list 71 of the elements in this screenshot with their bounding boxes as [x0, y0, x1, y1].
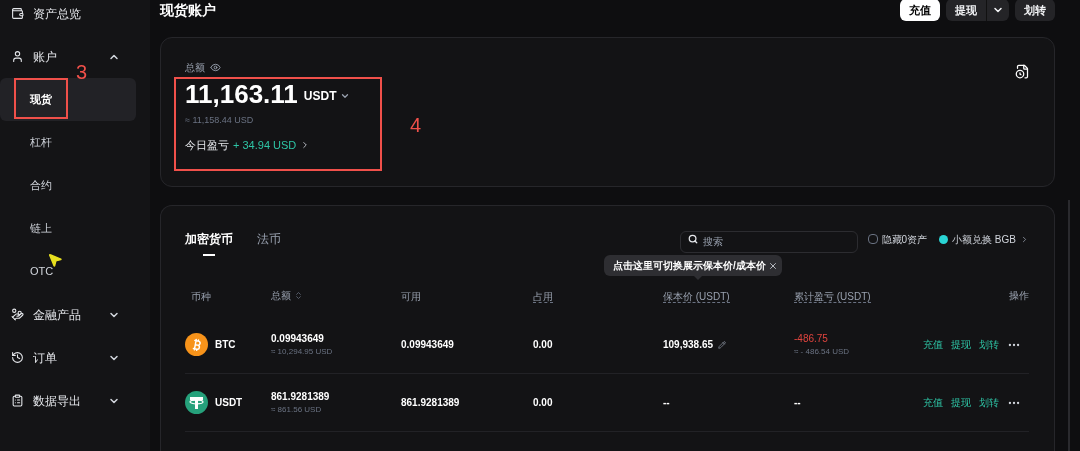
action-link[interactable]: 划转 — [979, 395, 999, 410]
column-header[interactable]: 总额 — [271, 287, 291, 303]
table-cell-text: ≈ 861.56 USD — [271, 404, 323, 416]
table-cell-text: ≈ 10,294.95 USD — [271, 346, 334, 358]
column-header: 占用 — [533, 291, 553, 303]
column-header: 操作 — [1009, 288, 1029, 303]
currency-selector[interactable]: USDT — [303, 87, 351, 105]
page-title: 现货账户 — [160, 0, 216, 20]
sidebar-item[interactable]: 资产总览 — [33, 6, 81, 21]
sidebar-item[interactable]: 账户 — [33, 49, 57, 64]
pencil-icon[interactable] — [718, 340, 727, 349]
column-header: 可用 — [401, 291, 421, 302]
table-cell-text: 861.9281389 — [271, 390, 331, 404]
clock-icon[interactable] — [11, 351, 24, 364]
table-cell-text: ≈ - 486.54 USD — [794, 346, 851, 358]
balance-usd: ≈ 11,158.44 USD — [185, 114, 255, 127]
sidebar-subitem[interactable]: 杠杆 — [0, 121, 136, 164]
table-cell-text: 0.00 — [533, 338, 554, 352]
balance-label: 总额 — [185, 61, 205, 75]
close-icon[interactable] — [767, 260, 778, 271]
table-cell-text: 861.9281389 — [401, 396, 461, 410]
convert-link[interactable]: 小额兑换 BGB — [952, 231, 1016, 247]
transfer-button[interactable]: 划转 — [1015, 0, 1055, 21]
cursor-icon — [47, 252, 63, 268]
search-icon — [687, 234, 698, 244]
sidebar-item[interactable]: 金融产品 — [33, 307, 81, 322]
column-header: 累计盈亏 (USDT) — [794, 291, 871, 303]
clipboard-icon[interactable] — [11, 394, 24, 407]
table-cell-text: 0.00 — [533, 396, 554, 410]
action-link[interactable]: 提现 — [951, 337, 971, 352]
column-header: 币种 — [191, 291, 211, 302]
table-cell-text: 0.09943649 — [401, 338, 455, 352]
coin-name: BTC — [215, 338, 236, 352]
action-link[interactable]: 划转 — [979, 337, 999, 352]
tab[interactable]: 加密货币 — [185, 224, 233, 254]
annotation-label: 4 — [410, 113, 422, 138]
tooltip-text: 点击这里可切换展示保本价/成本价 — [613, 259, 766, 273]
search-field[interactable]: 搜索 — [679, 230, 858, 253]
checkbox-label: 隐藏0资产 — [881, 232, 928, 247]
chevron-icon[interactable] — [1020, 234, 1029, 244]
hand-coins-icon[interactable] — [11, 308, 24, 321]
action-link[interactable]: 充值 — [923, 337, 943, 352]
checkbox[interactable] — [867, 234, 878, 244]
history-icon[interactable] — [1015, 64, 1030, 79]
caret-icon — [340, 91, 351, 101]
wallet-icon[interactable] — [11, 7, 24, 20]
table-cell-text: -486.75 — [794, 332, 829, 346]
table-cell-text: -- — [663, 396, 670, 410]
sidebar-item[interactable]: 数据导出 — [33, 393, 81, 408]
action-link[interactable]: 提现 — [951, 395, 971, 410]
eye-icon[interactable] — [210, 62, 221, 73]
annotation-box — [14, 78, 68, 119]
sidebar-subitem[interactable]: 链上 — [0, 207, 136, 250]
column-header: 保本价 (USDT) — [663, 291, 730, 303]
sidebar-subitem[interactable]: 现货 — [0, 78, 136, 121]
deposit-button[interactable]: 充值 — [900, 0, 940, 21]
table-cell-text: 0.09943649 — [271, 332, 325, 346]
action-link[interactable]: 充值 — [923, 395, 943, 410]
pnl-link[interactable]: + 34.94 USD — [233, 136, 297, 153]
sidebar-subitem[interactable]: 合约 — [0, 164, 136, 207]
table-cell-text: -- — [794, 396, 802, 410]
balance-amount: 11,163.11 — [185, 78, 298, 110]
sidebar-item[interactable]: 订单 — [33, 350, 57, 365]
person-icon[interactable] — [11, 50, 24, 63]
sidebar-subitem[interactable]: OTC — [0, 250, 136, 293]
table-cell-text: 109,938.65 — [663, 338, 714, 352]
coin-name: USDT — [215, 396, 243, 410]
pnl-label: 今日盈亏 — [185, 137, 229, 153]
coin-icon — [939, 234, 949, 244]
tab[interactable]: 法币 — [257, 224, 281, 254]
sort-icon[interactable] — [294, 290, 303, 300]
